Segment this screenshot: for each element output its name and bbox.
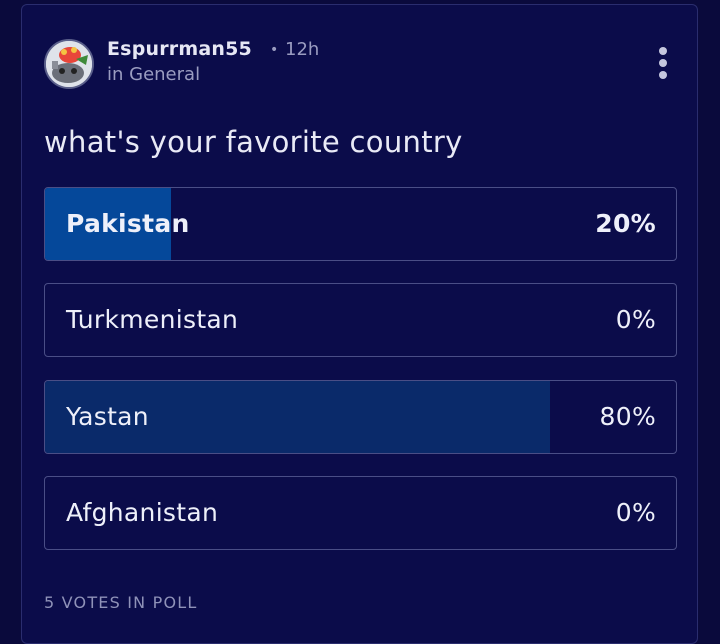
poll-option-percent: 80% [599, 402, 656, 431]
poll-option-label: Pakistan [66, 209, 190, 238]
post-time: 12h [285, 39, 320, 60]
poll-option-label: Yastan [66, 402, 149, 431]
vertical-ellipsis-icon [659, 47, 667, 55]
poll-post-card: Espurrman55 • 12h in General what's your… [21, 4, 698, 644]
poll-option-percent: 0% [615, 498, 656, 527]
poll-option-label: Turkmenistan [66, 305, 239, 334]
poll-question: what's your favorite country [44, 125, 463, 159]
more-options-button[interactable] [652, 45, 674, 81]
vote-count: 5 VOTES IN POLL [44, 593, 198, 612]
author-name[interactable]: Espurrman55 [107, 38, 252, 60]
poll-option-percent: 0% [615, 305, 656, 334]
community-label[interactable]: in General [107, 64, 200, 85]
author-avatar[interactable] [44, 39, 94, 89]
poll-option-pakistan[interactable]: Pakistan 20% [44, 187, 677, 261]
espurr-avatar-icon [46, 41, 92, 87]
meta-separator: • [270, 42, 279, 58]
poll-option-percent: 20% [595, 209, 656, 238]
poll-option-yastan[interactable]: Yastan 80% [44, 380, 677, 454]
poll-option-label: Afghanistan [66, 498, 219, 527]
poll-option-afghanistan[interactable]: Afghanistan 0% [44, 476, 677, 550]
poll-option-turkmenistan[interactable]: Turkmenistan 0% [44, 283, 677, 357]
